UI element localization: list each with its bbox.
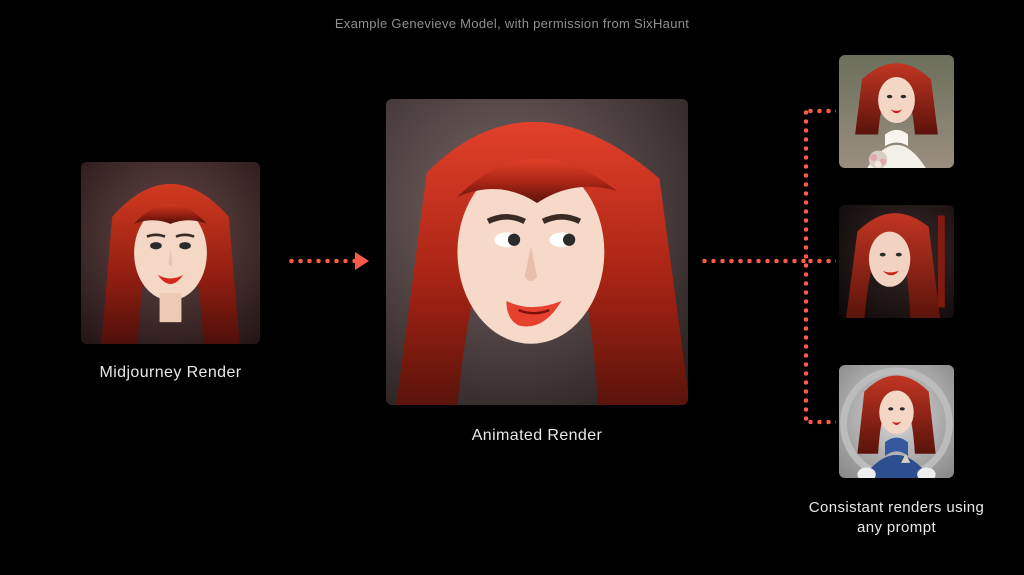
output-render-middle — [839, 205, 954, 318]
connector-stub-bot — [806, 419, 836, 425]
output-render-top — [839, 55, 954, 168]
arrow-source-to-center — [287, 258, 357, 264]
output-renders-label: Consistant renders using any prompt — [799, 498, 994, 539]
animated-render-image — [386, 99, 688, 405]
connector-vertical — [803, 108, 809, 422]
output-render-bottom — [839, 365, 954, 478]
connector-stub-mid — [806, 258, 836, 264]
source-render-image — [81, 162, 260, 344]
animated-render-label: Animated Render — [386, 427, 688, 445]
credit-caption: Example Genevieve Model, with permission… — [0, 16, 1024, 31]
connector-trunk — [700, 258, 806, 264]
source-render-label: Midjourney Render — [81, 364, 260, 382]
connector-stub-top — [806, 108, 836, 114]
chevron-right-icon — [355, 252, 369, 270]
